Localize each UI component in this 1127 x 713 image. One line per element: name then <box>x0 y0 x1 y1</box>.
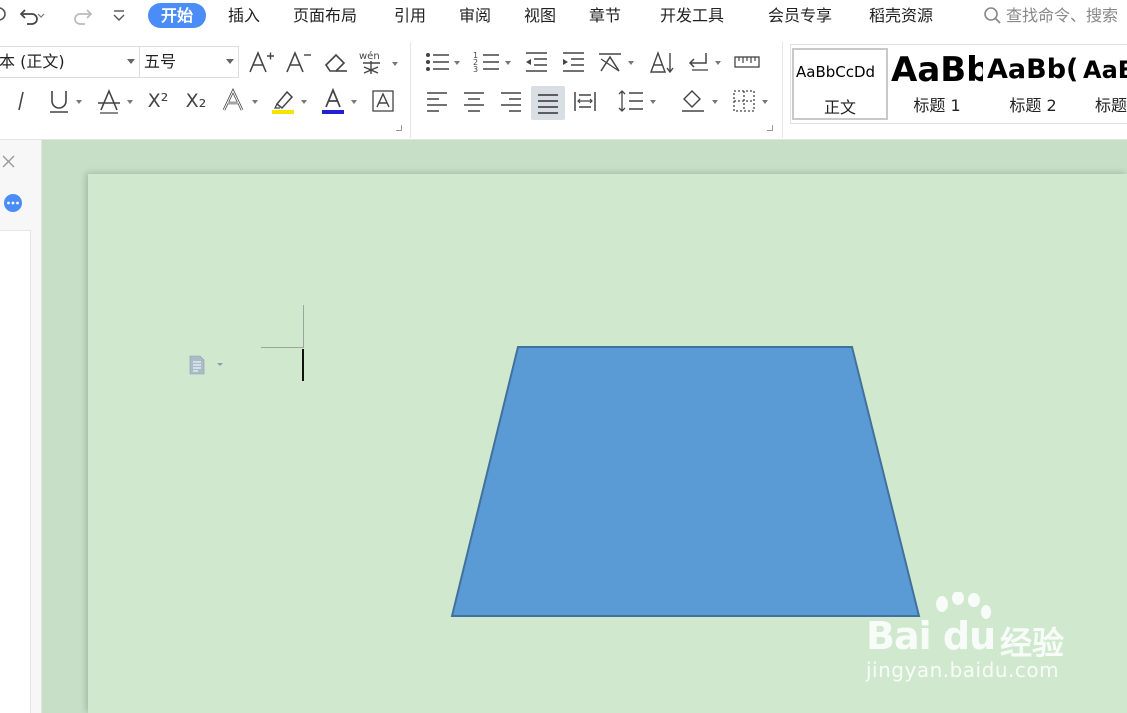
watermark-brand: Bai du <box>866 614 996 658</box>
baidu-jingyan-watermark: Bai du 经验 jingyan.baidu.com <box>862 592 1072 692</box>
trapezoid-shape[interactable] <box>450 346 921 617</box>
watermark-url: jingyan.baidu.com <box>866 658 1060 682</box>
